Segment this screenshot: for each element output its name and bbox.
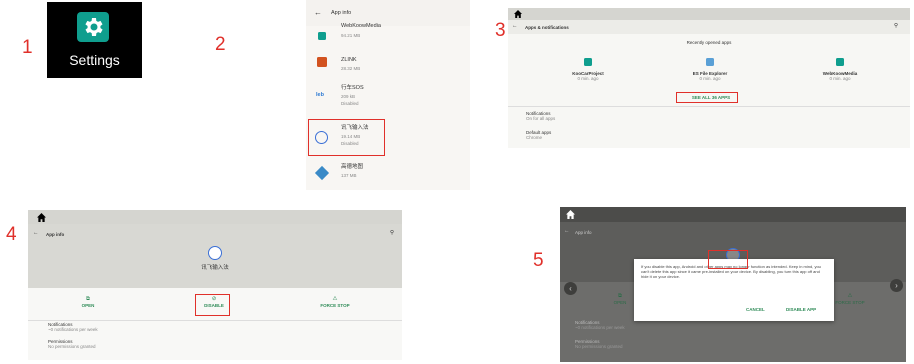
search-icon[interactable]: ⚲: [390, 230, 394, 237]
action-label: FORCE STOP: [835, 299, 865, 305]
row-sub: No permissions granted: [575, 344, 623, 350]
open-button[interactable]: ⧉ OPEN: [605, 293, 635, 305]
app-size: 137 MB: [341, 173, 357, 178]
status-bar: [560, 207, 906, 222]
permissions-row[interactable]: Permissions No permissions granted: [575, 339, 623, 350]
app-row-zlink[interactable]: ZLINK 28.32 MB: [306, 53, 470, 79]
default-apps-row[interactable]: Default apps Chrome: [526, 130, 551, 141]
disable-dialog-panel: ← App info 讯飞输入法 ‹ › ⧉ OPEN ⚠ FORCE STOP…: [560, 207, 906, 362]
cancel-button[interactable]: CANCEL: [746, 307, 765, 312]
row-sub: ~0 notifications per week: [48, 327, 98, 333]
page-title: App info: [46, 232, 65, 237]
toolbar: ← Apps & notifications ⚲: [508, 20, 910, 34]
highlight-disable-button: [195, 294, 230, 316]
app-size: 209 kB: [341, 94, 356, 99]
es-file-icon: [706, 58, 714, 66]
amap-icon: [314, 165, 330, 181]
recent-apps-header: Recently opened apps: [686, 40, 732, 45]
back-arrow-icon[interactable]: ←: [512, 23, 518, 30]
gear-icon: [85, 18, 103, 36]
force-stop-button[interactable]: ⚠ FORCE STOP: [310, 296, 360, 308]
divider: [508, 106, 910, 107]
step-number-4: 4: [6, 224, 17, 245]
app-status: Disabled: [341, 101, 359, 106]
koocar-icon: [584, 58, 592, 66]
app-info-title: App info: [331, 10, 352, 16]
status-bar: [508, 8, 910, 20]
zlink-icon: [317, 57, 327, 67]
home-icon[interactable]: [566, 210, 575, 219]
step-number-1: 1: [22, 37, 33, 58]
app-size: 94.21 MB: [341, 33, 361, 38]
back-arrow-icon[interactable]: ←: [33, 230, 39, 237]
sos-icon: Ieb: [316, 92, 324, 98]
app-name: ZLINK: [341, 57, 357, 63]
open-button[interactable]: ⧉ OPEN: [68, 296, 108, 308]
app-size: 28.32 MB: [341, 66, 361, 71]
highlight-see-all-apps: [676, 92, 738, 103]
back-arrow-icon[interactable]: ←: [314, 8, 322, 17]
app-list-panel: ← App info WebKoowMedia 94.21 MB ZLINK 2…: [306, 0, 470, 190]
app-name: 行车SOS: [341, 85, 364, 91]
action-label: FORCE STOP: [320, 302, 350, 308]
apps-notifications-panel: ← Apps & notifications ⚲ Recently opened…: [508, 8, 910, 148]
notifications-row[interactable]: Notifications On for all apps: [526, 111, 555, 122]
warning-icon: ⚠: [332, 296, 338, 302]
settings-label: Settings: [69, 52, 120, 68]
recent-app-time: 0 min. ago: [699, 76, 721, 82]
open-icon: ⧉: [86, 296, 90, 302]
step-number-5: 5: [533, 250, 544, 271]
home-icon[interactable]: [37, 213, 46, 222]
recent-app-koocar[interactable]: KooCarProject 0 min. ago: [558, 53, 618, 83]
step-number-3: 3: [495, 20, 506, 41]
warning-icon: ⚠: [847, 293, 853, 299]
row-sub: No permissions granted: [48, 344, 96, 350]
row-sub: On for all apps: [526, 116, 556, 122]
recent-app-time: 0 min. ago: [829, 76, 851, 82]
permissions-row[interactable]: Permissions No permissions granted: [48, 339, 96, 350]
row-sub: Chrome: [526, 135, 543, 141]
open-icon: ⧉: [618, 293, 622, 299]
disable-app-button[interactable]: DISABLE APP: [786, 307, 816, 312]
right-nav-button[interactable]: ›: [890, 279, 903, 292]
recent-app-es-file[interactable]: ES File Explorer 0 min. ago: [678, 53, 742, 83]
recent-app-webkoowmedia[interactable]: WebKoowMedia 0 min. ago: [808, 53, 872, 83]
webkoowmedia-icon: [318, 32, 326, 40]
app-info-panel: ← App info ⚲ 讯飞输入法 ⧉ OPEN ⊘ DISABLE ⚠ FO…: [28, 210, 402, 360]
step-number-2: 2: [215, 34, 226, 55]
notifications-row[interactable]: Notifications ~0 notifications per week: [575, 320, 625, 331]
highlight-disable-app-button: [708, 250, 748, 269]
xunfei-app-icon: [208, 246, 222, 260]
status-bar: [28, 210, 402, 224]
page-title: App info: [575, 230, 592, 235]
notifications-row[interactable]: Notifications ~0 notifications per week: [48, 322, 98, 333]
action-label: OPEN: [613, 299, 627, 305]
divider: [28, 320, 402, 321]
force-stop-button[interactable]: ⚠ FORCE STOP: [830, 293, 870, 305]
search-icon[interactable]: ⚲: [894, 23, 898, 30]
app-name: 高德地图: [341, 164, 364, 170]
row-sub: ~0 notifications per week: [575, 325, 625, 331]
app-name: WebKoowMedia: [341, 23, 381, 29]
left-nav-button[interactable]: ‹: [564, 282, 577, 295]
back-arrow-icon[interactable]: ←: [564, 228, 570, 235]
home-icon[interactable]: [514, 10, 522, 18]
page-title: Apps & notifications: [525, 25, 569, 30]
action-label: OPEN: [81, 302, 95, 308]
highlight-xunfei-row: [308, 119, 385, 156]
app-name: 讯飞输入法: [201, 265, 229, 271]
recent-app-time: 0 min. ago: [577, 76, 599, 82]
app-row-sos[interactable]: Ieb 行车SOS 209 kB Disabled: [306, 82, 470, 112]
app-row-webkoowmedia[interactable]: WebKoowMedia 94.21 MB: [306, 20, 470, 50]
settings-app-tile[interactable]: Settings: [47, 2, 142, 78]
app-row-amap[interactable]: 高德地图 137 MB: [306, 160, 470, 188]
webkoowmedia-icon: [836, 58, 844, 66]
header-band: ← App info ⚲ 讯飞输入法: [28, 224, 402, 288]
